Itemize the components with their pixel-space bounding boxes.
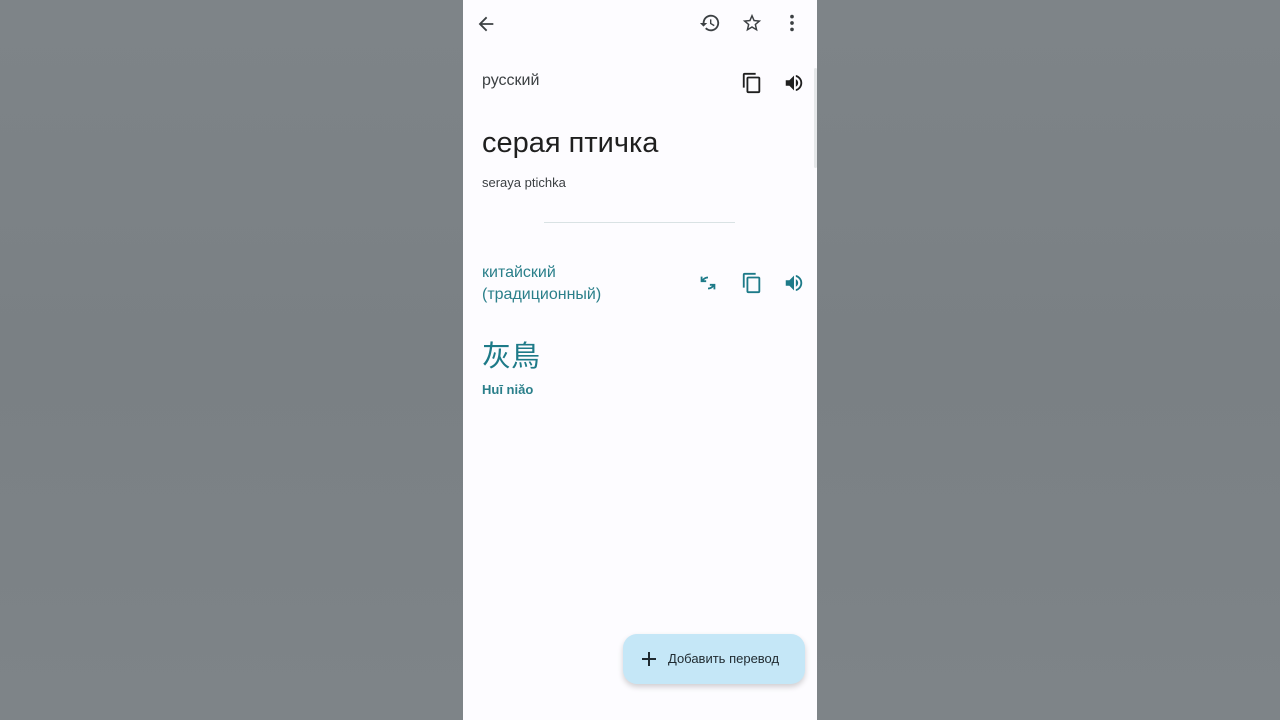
more-vert-icon[interactable] — [780, 11, 804, 35]
speaker-icon[interactable] — [782, 71, 806, 95]
background-left — [0, 0, 463, 720]
source-transliteration: seraya ptichka — [482, 175, 566, 190]
target-copy-icon[interactable] — [740, 271, 764, 295]
target-text[interactable]: 灰鳥 — [482, 333, 540, 375]
copy-icon[interactable] — [740, 71, 764, 95]
star-icon[interactable] — [740, 11, 764, 35]
divider — [544, 222, 735, 223]
source-language-label: русский — [482, 72, 540, 89]
background-right — [817, 0, 1280, 720]
target-transliteration: Huī niǎo — [482, 382, 534, 397]
history-icon[interactable] — [698, 11, 722, 35]
swap-icon[interactable] — [696, 271, 720, 295]
scrollbar[interactable] — [814, 68, 817, 168]
target-language-label: китайский (традиционный) — [482, 264, 602, 303]
plus-icon — [637, 647, 661, 671]
add-translation-label: Добавить перевод — [668, 651, 780, 666]
target-speaker-icon[interactable] — [782, 271, 806, 295]
phone-screen: русский серая птичка seraya ptichka кита… — [463, 0, 817, 720]
add-translation-button[interactable]: Добавить перевод — [623, 634, 805, 684]
arrow-back-icon[interactable] — [474, 12, 498, 36]
source-text[interactable]: серая птичка — [482, 127, 658, 160]
